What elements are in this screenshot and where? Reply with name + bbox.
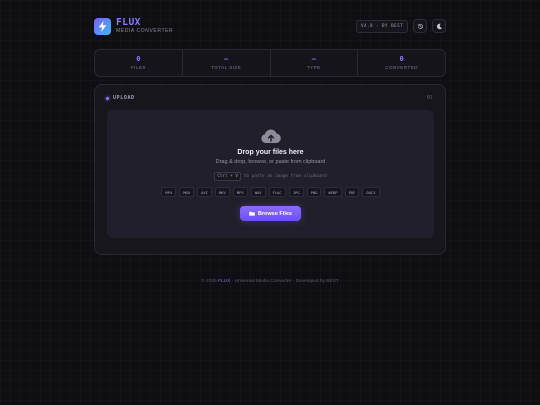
stat-converted: 0 CONVERTED: [358, 50, 445, 76]
stat-value: 0: [399, 55, 404, 63]
browse-files-button[interactable]: Browse Files: [240, 206, 301, 221]
lightning-logo-icon: [94, 17, 111, 35]
brand-name: FLUX: [116, 16, 141, 28]
history-button[interactable]: [413, 19, 427, 33]
history-icon: [417, 23, 423, 29]
cloud-upload-icon: [260, 129, 281, 143]
brand-subtitle: MEDIA CONVERTER: [116, 28, 174, 35]
stats-bar: 0 FILES — TOTAL SIZE — TYPE 0 CONVERTED: [94, 49, 446, 77]
format-badge: MOV: [179, 187, 195, 197]
stat-value: 0: [136, 55, 141, 63]
format-badge: JPG: [288, 187, 304, 197]
stat-label: CONVERTED: [385, 65, 418, 70]
supported-formats: MP4 MOV AVI MKV MP3 WAV FLAC JPG PNG WEB…: [161, 187, 380, 197]
moon-icon: [436, 23, 442, 29]
header-actions: V4.0 · BY BEST: [355, 19, 446, 33]
app-header: FLUX MEDIA CONVERTER V4.0 · BY BEST: [94, 16, 446, 36]
format-badge: FLAC: [268, 187, 286, 197]
drop-title: Drop your files here: [237, 149, 304, 156]
panel-header: UPLOAD: [106, 95, 135, 101]
drop-zone[interactable]: Drop your files here Drag & drop, browse…: [107, 110, 434, 238]
stat-files: 0 FILES: [95, 50, 183, 76]
stat-type: — TYPE: [271, 50, 359, 76]
format-badge: WAV: [250, 187, 266, 197]
theme-toggle-button[interactable]: [432, 19, 446, 33]
format-badge: AVI: [197, 187, 212, 197]
paste-shortcut-key: Ctrl + V: [214, 172, 241, 181]
format-badge: MP3: [232, 187, 248, 197]
stat-label: TOTAL SIZE: [211, 65, 242, 70]
format-badge: PNG: [306, 187, 322, 197]
footer-text: · Universal Media Converter · Developed …: [231, 279, 339, 284]
version-badge: V4.0 · BY BEST: [355, 19, 408, 33]
format-badge: DOCX: [362, 187, 380, 197]
stat-label: TYPE: [306, 65, 321, 70]
footer: © 2025 FLUX · Universal Media Converter …: [0, 279, 540, 284]
paste-hint-text: to paste an image from clipboard: [243, 174, 327, 179]
footer-brand-link[interactable]: FLUX: [218, 279, 230, 284]
upload-panel: UPLOAD 0l Drop your files here Drag & dr…: [94, 84, 446, 255]
format-badge: MKV: [214, 187, 230, 197]
panel-title: UPLOAD: [113, 95, 135, 101]
footer-copyright: © 2025: [201, 279, 217, 284]
stat-total-size: — TOTAL SIZE: [183, 50, 271, 76]
status-dot-icon: [106, 96, 109, 100]
stat-value: —: [224, 55, 229, 63]
stat-value: —: [311, 55, 316, 63]
format-badge: PDF: [344, 187, 360, 197]
browse-files-label: Browse Files: [258, 210, 292, 217]
stat-label: FILES: [130, 65, 146, 70]
format-badge: WEBP: [324, 187, 342, 197]
brand: FLUX MEDIA CONVERTER: [116, 18, 173, 35]
folder-icon: [249, 211, 255, 216]
format-badge: MP4: [161, 187, 177, 197]
drop-subtitle: Drag & drop, browse, or paste from clipb…: [215, 159, 326, 165]
panel-count: 0l: [426, 95, 433, 101]
paste-hint: Ctrl + V to paste an image from clipboar…: [214, 172, 327, 181]
